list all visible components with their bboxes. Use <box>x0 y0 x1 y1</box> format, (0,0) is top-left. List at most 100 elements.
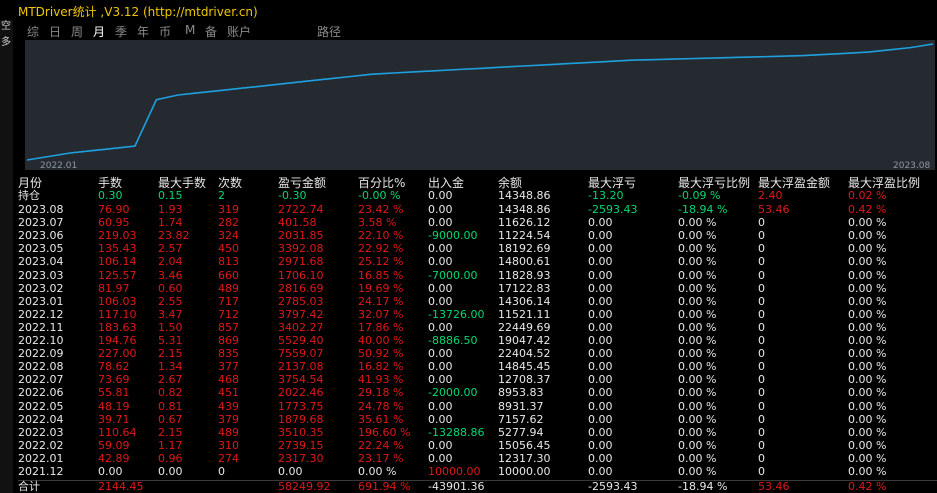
table-row: 2023.03 125.57 3.46 660 1706.10 16.85 % -7000.… <box>18 268 937 282</box>
table-cell: 1.50 <box>158 320 183 334</box>
tab-quarter[interactable]: 季 <box>115 23 127 40</box>
table-cell: 2023.04 <box>18 255 64 269</box>
x-tick-label-start: 2022.01 <box>40 161 78 171</box>
table-cell: 282 <box>218 216 239 230</box>
table-cell: 0.00 <box>588 268 613 282</box>
table-cell: 2023.03 <box>18 268 64 282</box>
table-cell: 2137.08 <box>278 360 324 374</box>
table-cell: 76.90 <box>98 203 130 216</box>
tab-notes[interactable]: 备 <box>205 23 217 40</box>
table-cell: 0 <box>758 281 765 295</box>
table-cell: 2023.01 <box>18 294 64 308</box>
table-cell: 35.61 % <box>358 412 404 426</box>
table-cell: 0.00 % <box>678 465 717 478</box>
table-row: 2023.01 106.03 2.55 717 2785.03 24.17 % 0.00 14… <box>18 294 937 308</box>
table-cell: 2.40 <box>758 189 783 202</box>
tab-week[interactable]: 周 <box>71 23 83 40</box>
table-cell: 0.00 % <box>678 320 717 334</box>
table-row: 2023.05 135.43 2.57 450 3392.08 22.92 % 0.00 18… <box>18 243 937 255</box>
col-header-percent: 百分比% <box>358 176 406 190</box>
table-cell: 0.00 % <box>678 399 717 413</box>
table-cell: 23.17 % <box>358 451 404 465</box>
table-cell: 2 <box>218 189 225 202</box>
window-title: MTDriver统计 ,V3.12 (http://mtdriver.cn) <box>18 5 258 19</box>
tab-currency[interactable]: 币 <box>159 23 171 40</box>
table-cell: 22449.69 <box>498 320 551 334</box>
table-cell: 18192.69 <box>498 242 551 256</box>
tab-month[interactable]: 月 <box>93 23 105 40</box>
table-cell: 377 <box>218 360 239 374</box>
table-cell: 2.55 <box>158 294 183 308</box>
table-cell: 8953.83 <box>498 386 544 400</box>
col-header-max-float-loss-pct: 最大浮亏比例 <box>678 176 751 190</box>
table-cell: 29.18 % <box>358 386 404 400</box>
table-cell: 310 <box>218 438 239 452</box>
table-cell: 3402.27 <box>278 320 324 334</box>
table-cell: 2.57 <box>158 242 183 256</box>
table-cell: 379 <box>218 412 239 426</box>
table-cell: 2022.46 <box>278 386 324 400</box>
table-cell: 3.58 % <box>358 216 397 230</box>
table-cell: 3797.42 <box>278 307 324 321</box>
table-cell: 450 <box>218 242 239 256</box>
table-cell: 439 <box>218 399 239 413</box>
left-strip: 空 多 <box>0 20 14 493</box>
table-cell: 5.31 <box>158 334 183 347</box>
table-cell: 0.00 <box>588 294 613 308</box>
tab-account[interactable]: 账户 <box>227 23 251 40</box>
table-cell: 16.85 % <box>358 268 404 282</box>
table-cell: 489 <box>218 425 239 439</box>
col-header-balance: 余额 <box>498 176 523 190</box>
table-cell: -7000.00 <box>428 268 478 282</box>
table-cell: 2.15 <box>158 347 183 361</box>
table-cell: 0.00 <box>428 242 453 256</box>
table-cell: 7157.62 <box>498 412 544 426</box>
table-cell: 0.00 <box>588 425 613 439</box>
table-cell: 14348.86 <box>498 203 551 216</box>
table-cell: 0.00 <box>158 465 183 478</box>
table-cell: 468 <box>218 373 239 387</box>
table-row-total: 合计 2144.45 58249.92 691.94 % -43901.36 -2593.… <box>18 480 937 493</box>
table-cell: 0.00 <box>588 320 613 334</box>
table-cell: 10000.00 <box>428 465 481 478</box>
title-bar: MTDriver统计 ,V3.12 (http://mtdriver.cn) <box>0 0 937 20</box>
table-cell: 2023.08 <box>18 203 64 216</box>
table-cell: 712 <box>218 307 239 321</box>
left-strip-button-duo[interactable]: 多 <box>0 36 12 50</box>
table-cell: 0.42 % <box>848 480 887 493</box>
table-cell: 489 <box>218 281 239 295</box>
table-cell: 0.00 <box>428 294 453 308</box>
col-header-max-float-profit: 最大浮盈金额 <box>758 176 831 190</box>
table-cell: 25.12 % <box>358 255 404 269</box>
table-row: 2023.08 76.90 1.93 319 2722.74 23.42 % 0.00 143… <box>18 204 937 216</box>
table-cell: 5529.40 <box>278 334 324 347</box>
table-cell: 0.00 % <box>848 294 887 308</box>
tab-path[interactable]: 路径 <box>317 23 341 40</box>
table-cell: 17.86 % <box>358 320 404 334</box>
tab-overview[interactable]: 综 <box>27 23 39 40</box>
table-cell: 2022.05 <box>18 399 64 413</box>
table-cell: 2023.05 <box>18 242 64 256</box>
table-cell: 0.00 <box>428 438 453 452</box>
table-cell: 73.69 <box>98 373 130 387</box>
table-row: 2022.03 110.64 2.15 489 3510.35 196.60 % -1328… <box>18 425 937 439</box>
table-cell: 50.92 % <box>358 347 404 361</box>
tab-day[interactable]: 日 <box>49 23 61 40</box>
table-cell: 81.97 <box>98 281 130 295</box>
table-cell: 0.00 % <box>678 425 717 439</box>
table-cell: 813 <box>218 255 239 269</box>
table-cell: 0 <box>758 399 765 413</box>
tab-year[interactable]: 年 <box>137 23 149 40</box>
table-cell: 0.00 % <box>678 307 717 321</box>
table-cell: 60.95 <box>98 216 130 230</box>
table-cell: 0.00 % <box>848 465 887 478</box>
table-cell: 0 <box>758 451 765 465</box>
table-cell: 2031.85 <box>278 229 324 243</box>
col-header-max-lots: 最大手数 <box>158 176 207 190</box>
table-cell: 106.14 <box>98 255 137 269</box>
table-row: 2022.02 59.09 1.17 310 2739.15 22.24 % 0.00 150… <box>18 438 937 452</box>
table-cell: 0.00 <box>428 451 453 465</box>
tab-m[interactable]: M <box>185 23 195 37</box>
left-strip-button-kong[interactable]: 空 <box>0 20 12 34</box>
table-row: 2022.12 117.10 3.47 712 3797.42 32.07 % -13726… <box>18 307 937 321</box>
